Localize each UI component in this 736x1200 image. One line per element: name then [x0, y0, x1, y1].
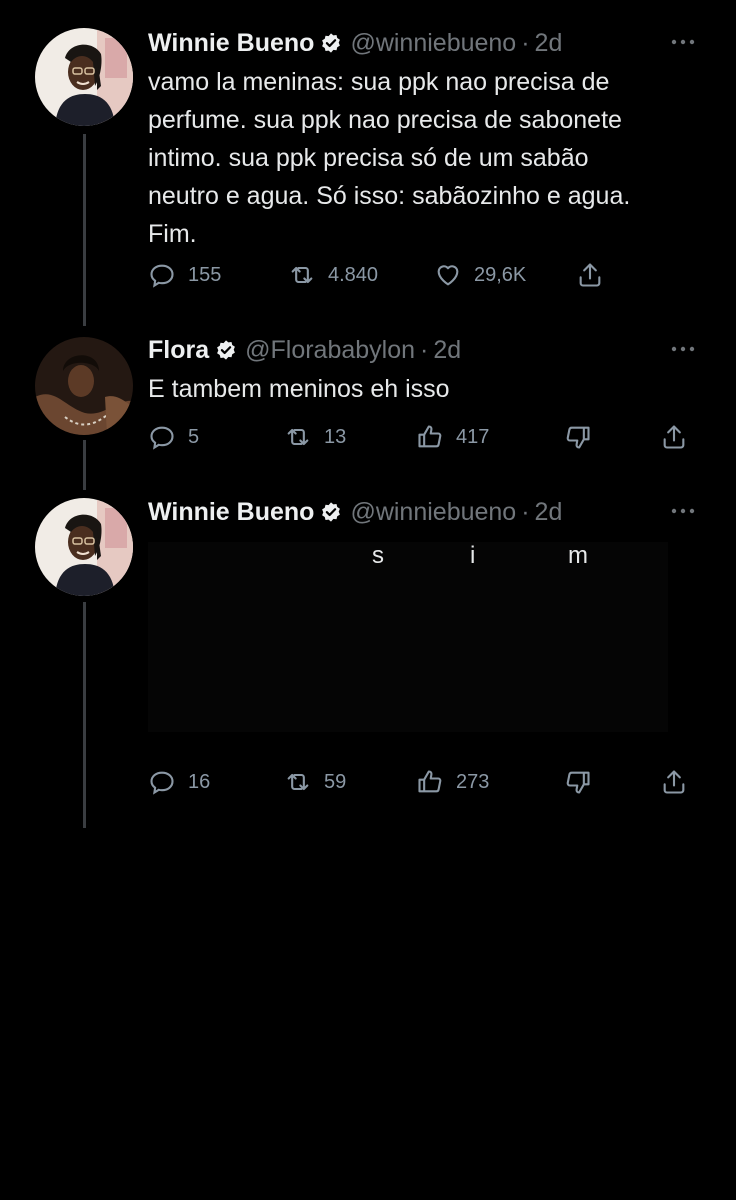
tweet-header: Winnie Bueno @winniebueno · 2d [148, 26, 562, 60]
thumbs-up-icon [418, 425, 442, 448]
upvote-count: 417 [456, 425, 490, 448]
share-button[interactable] [660, 420, 688, 454]
tweet-actions: 16 59 273 [148, 765, 693, 799]
upvote-button[interactable]: 417 [416, 420, 489, 454]
redacted-tweet-text: s i m [0, 490, 736, 750]
separator-dot: · [521, 28, 530, 57]
visible-text-fragment: m [568, 542, 588, 569]
reply-button[interactable]: 155 [148, 258, 221, 292]
display-name[interactable]: Winnie Bueno [148, 29, 314, 58]
user-handle[interactable]: @winniebueno [350, 29, 516, 58]
tweet-text: vamo la meninas: sua ppk nao precisa de … [148, 68, 631, 248]
more-options-icon[interactable] [668, 30, 698, 54]
share-button[interactable] [576, 258, 604, 292]
like-count: 29,6K [474, 263, 527, 286]
retweet-icon [287, 428, 309, 446]
reply-icon [150, 771, 174, 795]
upvote-button[interactable]: 273 [416, 765, 489, 799]
avatar[interactable] [35, 337, 133, 435]
separator-dot: · [420, 335, 429, 364]
more-options-icon[interactable] [668, 337, 698, 361]
retweet-button[interactable]: 59 [284, 765, 346, 799]
reply-count: 5 [188, 425, 200, 448]
verified-badge-icon [215, 339, 237, 361]
share-icon [663, 425, 685, 449]
like-button[interactable]: 29,6K [434, 258, 526, 292]
retweet-button[interactable]: 4.840 [288, 258, 378, 292]
reply-count: 16 [188, 770, 211, 793]
downvote-button[interactable] [564, 420, 592, 454]
tweet-actions: 5 13 417 [148, 420, 693, 454]
thumbs-down-icon [566, 426, 590, 449]
timestamp[interactable]: 2d [433, 336, 461, 365]
retweet-icon [287, 773, 309, 791]
reply-button[interactable]: 5 [148, 420, 199, 454]
visible-text-fragment: s [372, 542, 384, 569]
heart-icon [437, 265, 459, 286]
reply-count: 155 [188, 263, 222, 286]
thread-line [83, 440, 86, 490]
upvote-count: 273 [456, 770, 490, 793]
avatar[interactable] [35, 28, 133, 126]
display-name[interactable]: Flora [148, 336, 209, 365]
share-icon [663, 770, 685, 794]
retweet-count: 59 [324, 770, 347, 793]
retweet-button[interactable]: 13 [284, 420, 346, 454]
thumbs-down-icon [566, 771, 590, 794]
share-icon [579, 263, 601, 287]
retweet-count: 13 [324, 425, 347, 448]
timestamp[interactable]: 2d [535, 29, 563, 58]
reply-button[interactable]: 16 [148, 765, 210, 799]
thread-line [83, 134, 86, 326]
reply-icon [150, 426, 174, 450]
redacted-area [148, 542, 668, 732]
thumbs-up-icon [418, 770, 442, 793]
downvote-button[interactable] [564, 765, 592, 799]
tweet-actions: 155 4.840 29,6K [148, 258, 618, 292]
visible-text-fragment: i [470, 542, 476, 569]
verified-badge-icon [320, 32, 342, 54]
retweet-count: 4.840 [328, 263, 379, 286]
reply-icon [150, 264, 174, 288]
tweet-text: E tambem meninos eh isso [148, 375, 450, 403]
retweet-icon [291, 266, 313, 284]
share-button[interactable] [660, 765, 688, 799]
tweet-header: Flora @Florababylon · 2d [148, 333, 461, 367]
user-handle[interactable]: @Florababylon [245, 336, 415, 365]
